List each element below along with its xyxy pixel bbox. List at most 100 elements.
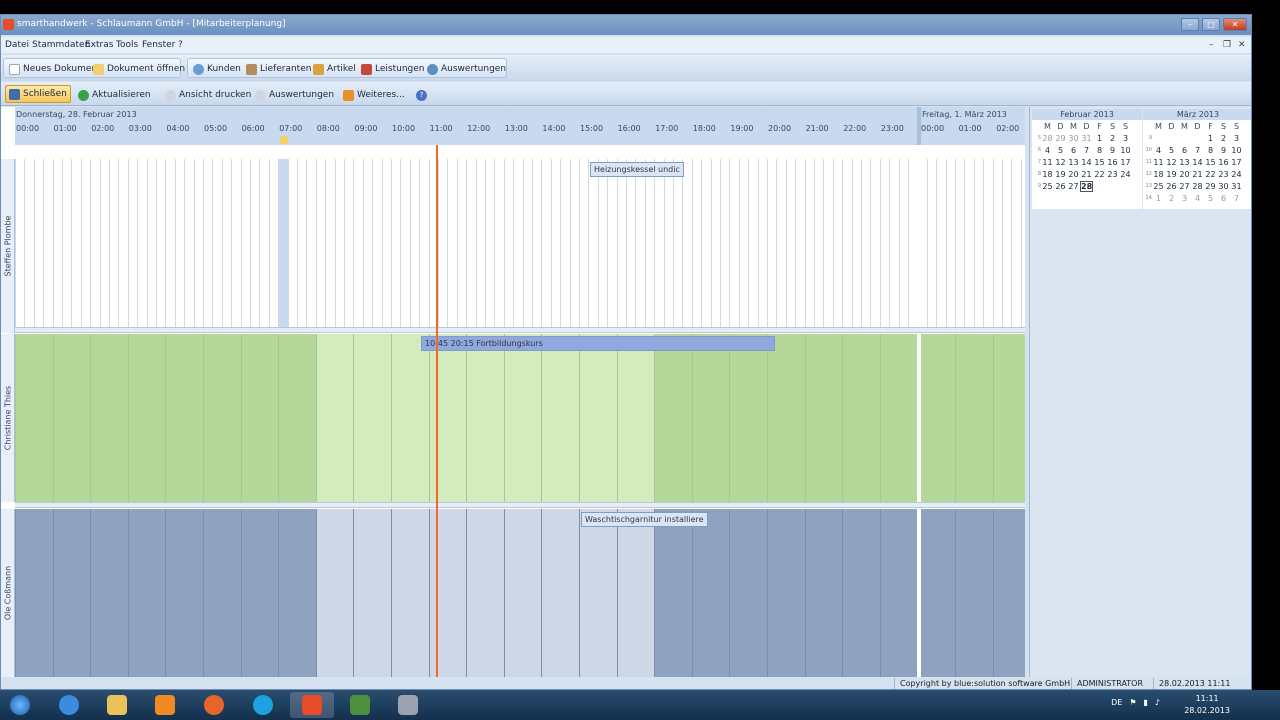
start-button[interactable]	[0, 692, 40, 718]
kunden-button[interactable]: Kunden	[193, 61, 241, 77]
help-button[interactable]: ?	[416, 87, 427, 103]
calendar-day[interactable]: 28	[1041, 134, 1054, 143]
calendar-day[interactable]: 25	[1152, 182, 1165, 191]
calendar-day[interactable]: 28	[1191, 182, 1204, 191]
menu-datei[interactable]: Datei	[5, 40, 29, 50]
taskbar-app-red[interactable]	[386, 692, 430, 718]
calendar-day[interactable]: 28	[1080, 180, 1093, 192]
calendar-day[interactable]: 24	[1119, 170, 1132, 179]
calendar-day[interactable]: 10	[1230, 146, 1243, 155]
auswertungen-button-2[interactable]: Auswertungen	[255, 87, 334, 103]
calendar-day[interactable]: 21	[1191, 170, 1204, 179]
calendar-day[interactable]: 5	[1165, 146, 1178, 155]
calendar-day[interactable]: 31	[1080, 134, 1093, 143]
calendar-day[interactable]: 7	[1230, 194, 1243, 203]
calendar-day[interactable]: 20	[1067, 170, 1080, 179]
lieferanten-button[interactable]: Lieferanten	[246, 61, 311, 77]
calendar-day[interactable]: 3	[1178, 194, 1191, 203]
calendar-day[interactable]: 13	[1067, 158, 1080, 167]
calendar-day[interactable]: 7	[1191, 146, 1204, 155]
event-heizungskessel[interactable]: Heizungskessel undic	[590, 162, 684, 177]
resource-lane-1[interactable]	[15, 159, 1025, 333]
taskbar-explorer[interactable]	[95, 692, 139, 718]
calendar-day[interactable]: 15	[1204, 158, 1217, 167]
auswertungen-button-1[interactable]: Auswertungen	[427, 61, 506, 77]
calendar-day[interactable]: 16	[1217, 158, 1230, 167]
calendar-day[interactable]: 12	[1165, 158, 1178, 167]
calendar-day[interactable]: 14	[1080, 158, 1093, 167]
taskbar-smarthandwerk[interactable]	[290, 692, 334, 718]
menu-stammdaten[interactable]: Stammdaten	[32, 40, 90, 50]
calendar-day[interactable]: 21	[1080, 170, 1093, 179]
calendar-day[interactable]: 2	[1217, 134, 1230, 143]
calendar-day[interactable]: 6	[1217, 194, 1230, 203]
calendar-day[interactable]: 1	[1093, 134, 1106, 143]
close-view-button[interactable]: Schließen	[5, 85, 71, 103]
calendar-day[interactable]: 2	[1165, 194, 1178, 203]
calendar-day[interactable]: 6	[1067, 146, 1080, 155]
calendar-day[interactable]: 14	[1191, 158, 1204, 167]
calendar-day[interactable]: 23	[1106, 170, 1119, 179]
calendar-day[interactable]: 11	[1041, 158, 1054, 167]
calendar-day[interactable]: 8	[1204, 146, 1217, 155]
resource-lane-3[interactable]	[15, 509, 1025, 677]
resource-lane-2[interactable]	[15, 334, 1025, 502]
more-button[interactable]: Weiteres...	[343, 87, 405, 103]
schedule-view[interactable]: Donnerstag, 28. Februar 2013 Freitag, 1.…	[1, 107, 1025, 677]
calendar-day[interactable]: 7	[1080, 146, 1093, 155]
calendar-day[interactable]: 17	[1119, 158, 1132, 167]
calendar-day[interactable]: 4	[1191, 194, 1204, 203]
minimize-button[interactable]: –	[1181, 18, 1199, 31]
close-button[interactable]: ✕	[1223, 18, 1247, 31]
calendar-day[interactable]: 9	[1106, 146, 1119, 155]
taskbar-skype[interactable]	[241, 692, 285, 718]
new-document-button[interactable]: Neues Dokument	[9, 61, 101, 77]
taskbar-firefox[interactable]	[192, 692, 236, 718]
calendar-day[interactable]: 29	[1054, 134, 1067, 143]
volume-icon[interactable]: ♪	[1155, 698, 1160, 707]
calendar-day[interactable]: 27	[1067, 182, 1080, 191]
calendar-day[interactable]: 12	[1054, 158, 1067, 167]
calendar-day[interactable]: 13	[1178, 158, 1191, 167]
taskbar-ie[interactable]	[47, 692, 91, 718]
calendar-day[interactable]: 2	[1106, 134, 1119, 143]
print-view-button[interactable]: Ansicht drucken	[165, 87, 251, 103]
calendar-day[interactable]: 3	[1230, 134, 1243, 143]
calendar-day[interactable]: 4	[1041, 146, 1054, 155]
mdi-restore-icon[interactable]: ❐	[1223, 40, 1231, 50]
calendar-day[interactable]: 24	[1230, 170, 1243, 179]
event-waschtischgarnitur[interactable]: Waschtischgarnitur installiere	[581, 512, 708, 527]
calendar-day[interactable]: 4	[1152, 146, 1165, 155]
taskbar-app-green[interactable]	[338, 692, 382, 718]
calendar-day[interactable]: 17	[1230, 158, 1243, 167]
calendar-day[interactable]: 15	[1093, 158, 1106, 167]
calendar-day[interactable]: 6	[1178, 146, 1191, 155]
calendar-day[interactable]: 27	[1178, 182, 1191, 191]
calendar-day[interactable]: 26	[1054, 182, 1067, 191]
calendar-day[interactable]: 25	[1041, 182, 1054, 191]
menu-tools[interactable]: Tools	[116, 40, 138, 50]
calendar-day[interactable]: 30	[1217, 182, 1230, 191]
refresh-button[interactable]: Aktualisieren	[78, 87, 151, 103]
calendar-day[interactable]: 23	[1217, 170, 1230, 179]
calendar-day[interactable]: 20	[1178, 170, 1191, 179]
calendar-day[interactable]: 8	[1093, 146, 1106, 155]
event-fortbildungskurs[interactable]: 10:45 20:15 Fortbildungskurs	[421, 336, 775, 351]
calendar-day[interactable]: 31	[1230, 182, 1243, 191]
calendar-day[interactable]: 16	[1106, 158, 1119, 167]
calendar-day[interactable]: 5	[1054, 146, 1067, 155]
calendar-day[interactable]: 1	[1152, 194, 1165, 203]
calendar-day[interactable]: 19	[1054, 170, 1067, 179]
calendar-day[interactable]: 1	[1204, 134, 1217, 143]
month-calendar-mar[interactable]: März 2013 M D M D F S S 9 1 2 3 10 4 5 6 7 8 9 10 11 11 12 13 1…	[1143, 109, 1251, 209]
calendar-day[interactable]: 19	[1165, 170, 1178, 179]
taskbar-media[interactable]	[143, 692, 187, 718]
calendar-day[interactable]: 30	[1067, 134, 1080, 143]
mdi-minimize-icon[interactable]: –	[1209, 40, 1214, 50]
artikel-button[interactable]: Artikel	[313, 61, 356, 77]
calendar-day[interactable]: 22	[1204, 170, 1217, 179]
calendar-day[interactable]: 18	[1152, 170, 1165, 179]
taskbar-clock[interactable]: 11:11 28.02.2013	[1184, 693, 1230, 717]
month-calendar-feb[interactable]: Februar 2013 M D M D F S S 5 28 29 30 31 1 2 3 6 4 5 6 7 8 9 1…	[1032, 109, 1142, 209]
network-icon[interactable]: ▮	[1143, 698, 1147, 707]
